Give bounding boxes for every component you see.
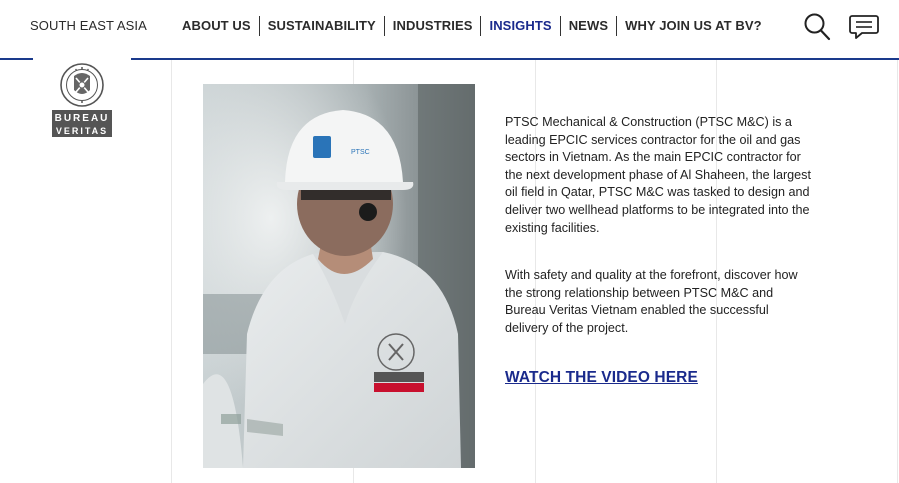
nav-why-join-us[interactable]: WHY JOIN US AT BV? [617, 16, 770, 36]
chat-icon[interactable] [848, 13, 880, 41]
bureau-veritas-logo[interactable]: BUREAU VERITAS [50, 62, 114, 140]
nav-news[interactable]: NEWS [561, 16, 616, 36]
nav-insights[interactable]: INSIGHTS [481, 16, 559, 36]
nav-industries[interactable]: INDUSTRIES [385, 16, 481, 36]
nav-about-us[interactable]: ABOUT US [180, 16, 259, 36]
grid-line [171, 60, 172, 483]
intro-paragraph: PTSC Mechanical & Construction (PTSC M&C… [505, 115, 811, 235]
grid-line [897, 60, 898, 483]
svg-text:PTSC: PTSC [351, 149, 370, 156]
logo-text-bureau: BUREAU [55, 113, 110, 124]
nav-sustainability[interactable]: SUSTAINABILITY [260, 16, 384, 36]
region-selector[interactable]: SOUTH EAST ASIA [30, 18, 147, 33]
watch-video-link[interactable]: WATCH THE VIDEO HERE [505, 369, 698, 387]
search-icon[interactable] [803, 12, 831, 42]
detail-paragraph: With safety and quality at the forefront… [505, 268, 798, 335]
site-header: SOUTH EAST ASIA ABOUT US SUSTAINABILITY … [0, 0, 899, 58]
hero-photo: PTSC [203, 84, 475, 468]
main-nav: ABOUT US SUSTAINABILITY INDUSTRIES INSIG… [180, 16, 770, 36]
header-divider [0, 58, 899, 60]
article-content: PTSC Mechanical & Construction (PTSC M&C… [505, 114, 815, 368]
logo-text-veritas: VERITAS [56, 126, 108, 136]
